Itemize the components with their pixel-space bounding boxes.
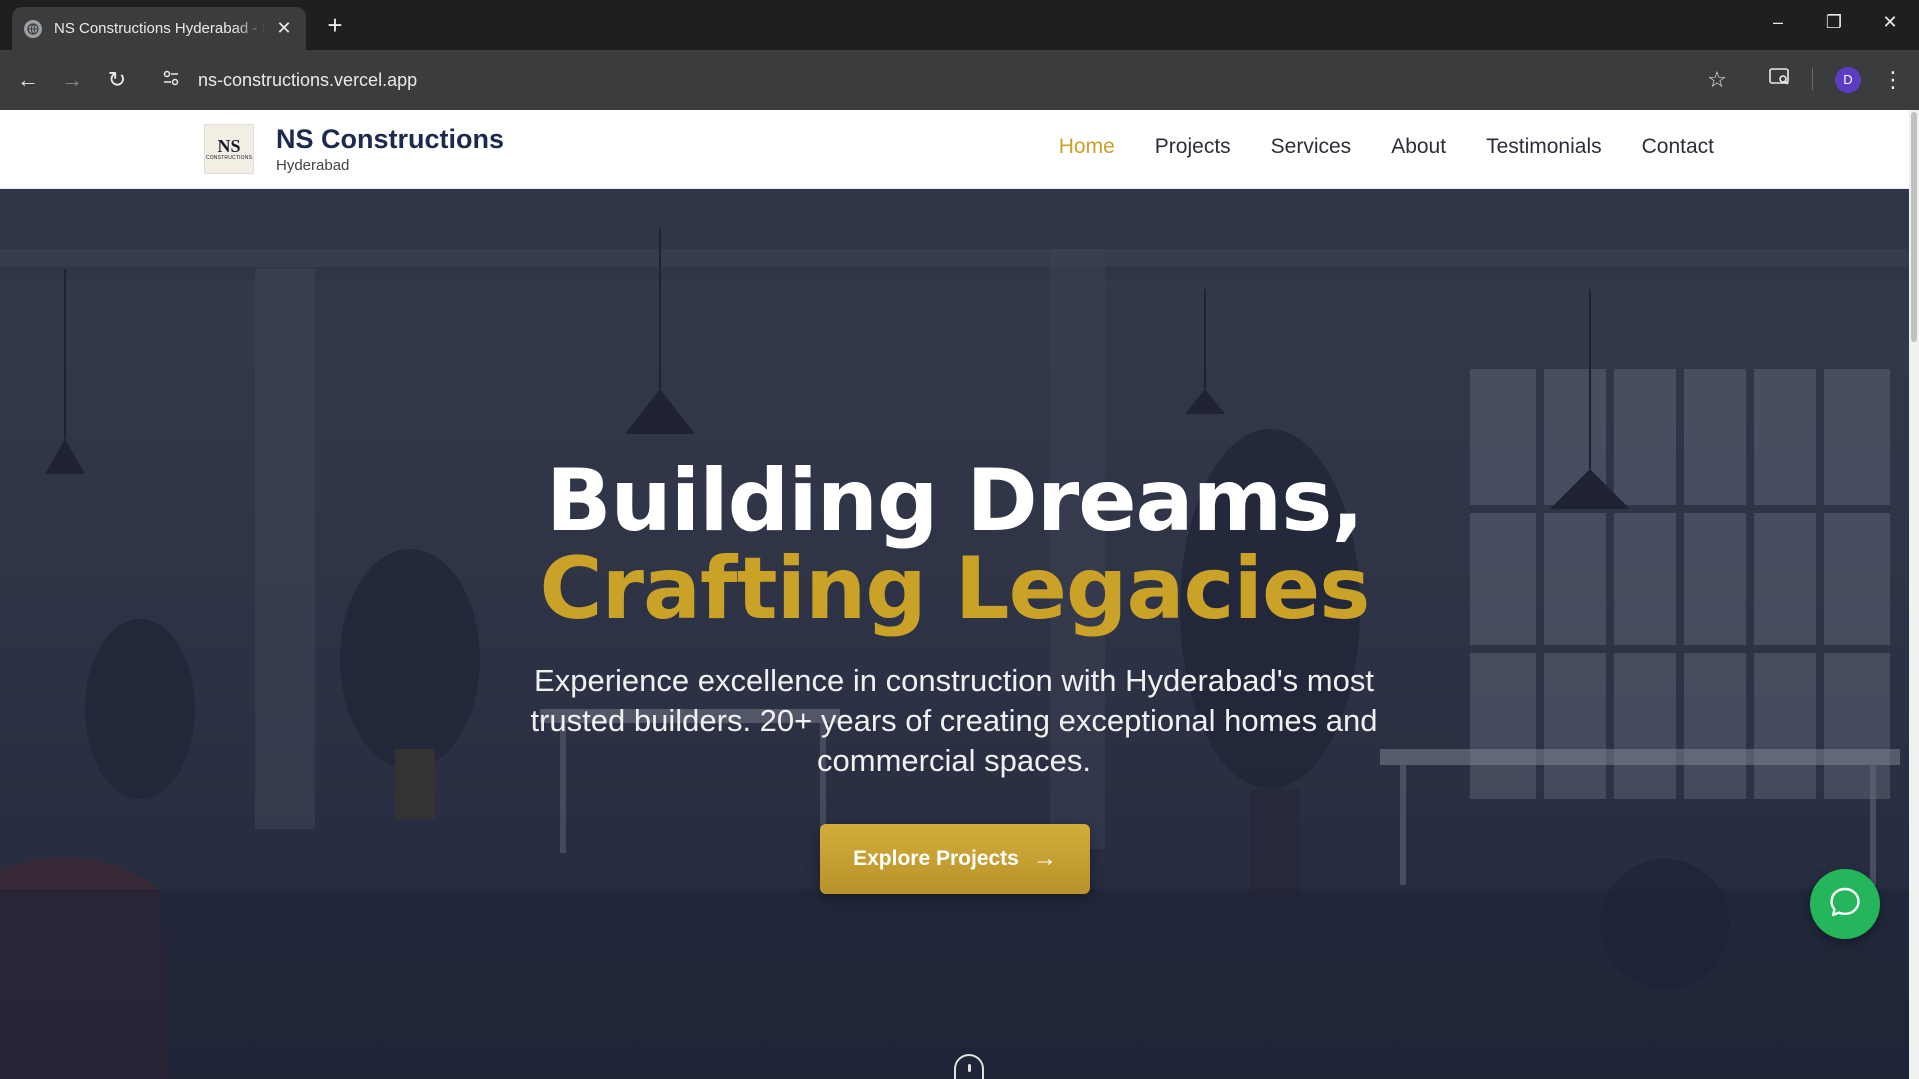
reload-icon[interactable]: ↻ (102, 66, 132, 94)
arrow-right-icon: → (1032, 845, 1057, 872)
web-page: NS CONSTRUCTIONS NS Constructions Hydera… (0, 110, 1909, 1079)
site-header: NS CONSTRUCTIONS NS Constructions Hydera… (0, 110, 1909, 189)
globe-icon (24, 19, 42, 38)
explore-projects-button[interactable]: Explore Projects → (820, 824, 1090, 894)
brand-name[interactable]: NS Constructions (276, 124, 504, 155)
new-tab-icon[interactable]: + (320, 12, 350, 38)
nav-projects[interactable]: Projects (1155, 135, 1231, 159)
brand-city: Hyderabad (276, 157, 350, 174)
nav-testimonials[interactable]: Testimonials (1486, 135, 1602, 159)
chat-bubble-icon (1828, 885, 1862, 924)
scrollbar-thumb[interactable] (1911, 112, 1917, 342)
nav-contact[interactable]: Contact (1642, 135, 1714, 159)
logo[interactable]: NS CONSTRUCTIONS (204, 124, 254, 174)
minimize-icon[interactable]: – (1766, 12, 1790, 33)
address-bar[interactable]: ns-constructions.vercel.app (152, 58, 1652, 102)
close-tab-icon[interactable]: ✕ (274, 18, 294, 39)
forward-icon[interactable]: → (57, 66, 87, 94)
toolbar-separator (1812, 68, 1813, 90)
back-icon[interactable]: ← (13, 66, 43, 94)
main-nav: Home Projects Services About Testimonial… (1059, 135, 1714, 159)
logo-text: NS (217, 136, 241, 156)
chat-button[interactable] (1810, 869, 1880, 939)
page-scrollbar[interactable] (1909, 110, 1919, 1079)
nav-about[interactable]: About (1391, 135, 1446, 159)
hero-title-line1: Building Dreams, (545, 451, 1364, 551)
url-text: ns-constructions.vercel.app (198, 69, 418, 90)
hero-title-line2: Crafting Legacies (539, 539, 1371, 639)
menu-kebab-icon[interactable]: ⋮ (1878, 66, 1908, 94)
site-info-icon[interactable] (162, 69, 180, 92)
hero-subtitle: Experience excellence in construction wi… (530, 663, 1378, 778)
nav-services[interactable]: Services (1271, 135, 1352, 159)
cta-label: Explore Projects (853, 847, 1019, 870)
bookmark-star-icon[interactable]: ☆ (1702, 66, 1732, 94)
logo-subtext: CONSTRUCTIONS (205, 155, 253, 161)
tab-search-icon[interactable] (1765, 66, 1795, 94)
tab-title: NS Constructions Hyderabad - Building Dr… (54, 20, 266, 37)
restore-icon[interactable]: ❐ (1822, 12, 1846, 33)
nav-home[interactable]: Home (1059, 135, 1115, 159)
close-window-icon[interactable]: ✕ (1878, 12, 1902, 33)
browser-tab[interactable]: NS Constructions Hyderabad - Building Dr… (12, 7, 306, 50)
profile-avatar[interactable]: D (1835, 67, 1861, 93)
browser-tab-bar: NS Constructions Hyderabad - Building Dr… (0, 0, 1919, 50)
scroll-indicator-dot (968, 1064, 971, 1072)
hero-section: Building Dreams, Crafting Legacies Exper… (0, 189, 1909, 1079)
scroll-indicator[interactable] (954, 1054, 984, 1079)
